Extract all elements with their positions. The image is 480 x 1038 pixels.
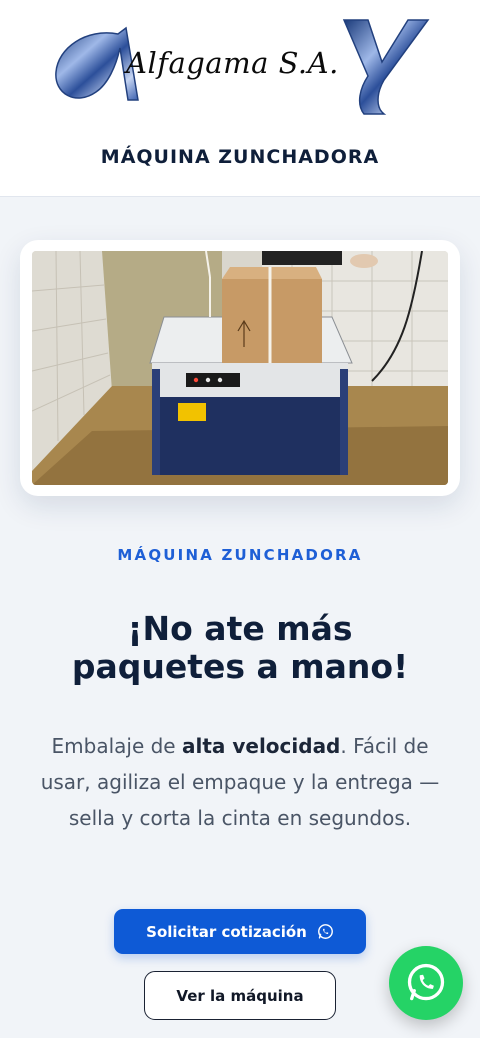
- site-header: Alfagama S.A. MÁQUINA ZUNCHADORA: [0, 0, 480, 197]
- whatsapp-icon: [407, 963, 445, 1001]
- view-machine-label: Ver la máquina: [176, 986, 304, 1005]
- logo-text: Alfagama S.A.: [126, 46, 339, 80]
- header-title: MÁQUINA ZUNCHADORA: [100, 146, 380, 168]
- strapping-machine-photo: [32, 251, 448, 485]
- whatsapp-icon: [317, 924, 333, 939]
- hero-image-card: [20, 240, 460, 496]
- whatsapp-floating-button[interactable]: [389, 946, 463, 1020]
- hero-headline: ¡No ate más paquetes a mano!: [71, 609, 409, 686]
- company-logo[interactable]: Alfagama S.A.: [46, 14, 436, 116]
- request-quote-label: Solicitar cotización: [146, 922, 307, 941]
- desc-bold: alta velocidad: [181, 734, 341, 758]
- section-eyebrow: MÁQUINA ZUNCHADORA: [117, 546, 363, 564]
- request-quote-button[interactable]: Solicitar cotización: [114, 909, 366, 954]
- desc-before: Embalaje de: [51, 734, 182, 758]
- view-machine-button[interactable]: Ver la máquina: [144, 971, 336, 1020]
- hero-description: Embalaje de alta velocidad. Fácil de usa…: [40, 728, 440, 836]
